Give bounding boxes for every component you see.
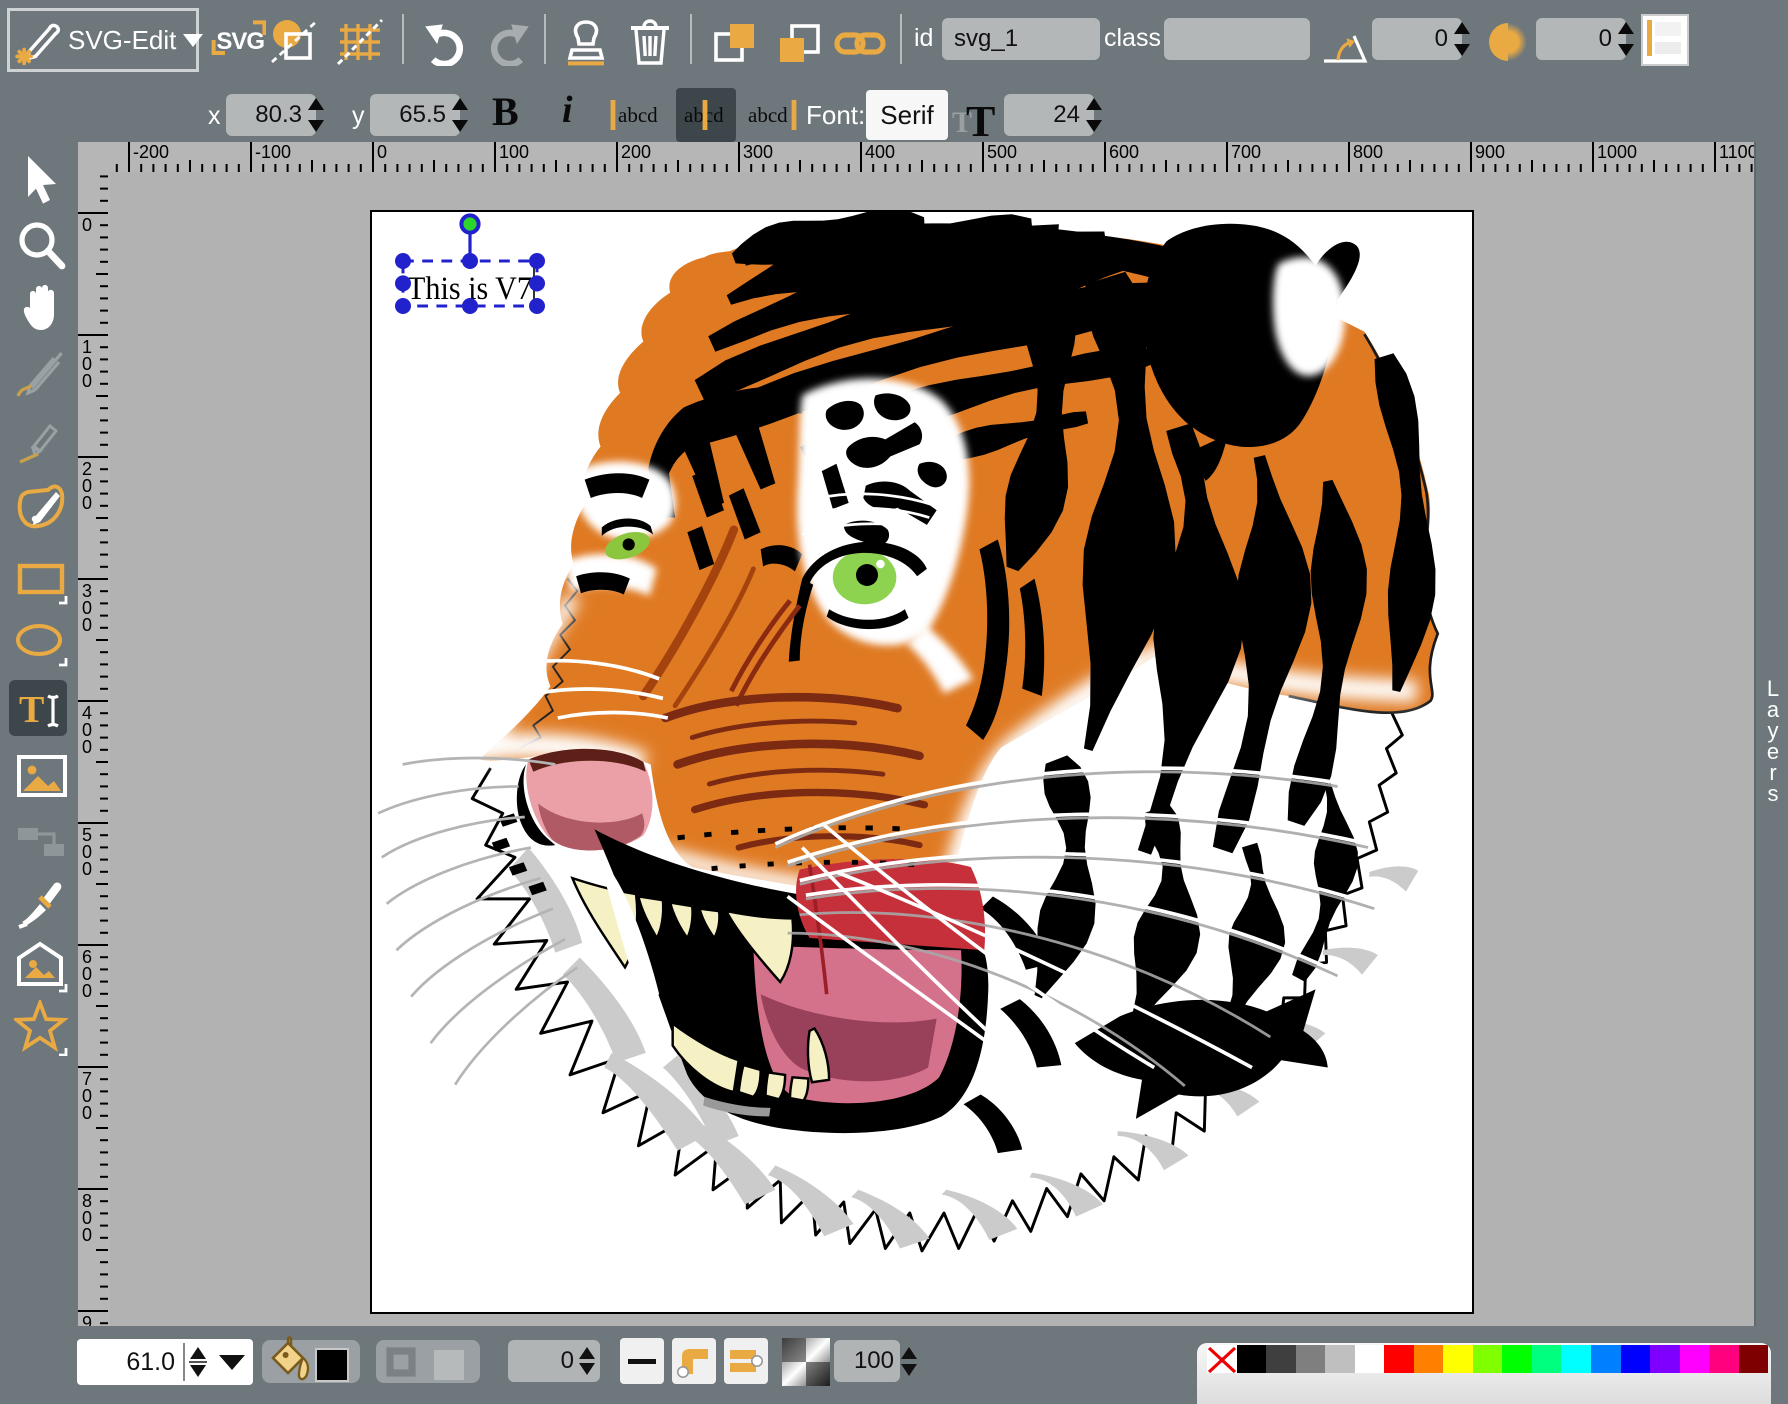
svg-text:500: 500 bbox=[987, 142, 1017, 162]
svg-text:400: 400 bbox=[865, 142, 895, 162]
svg-text:-100: -100 bbox=[255, 142, 291, 162]
svg-text:700: 700 bbox=[1231, 142, 1261, 162]
svg-text:0: 0 bbox=[82, 493, 92, 513]
svg-text:-200: -200 bbox=[133, 142, 169, 162]
svg-text:0: 0 bbox=[82, 981, 92, 1001]
svg-text:9: 9 bbox=[82, 1313, 92, 1326]
svg-text:abcd: abcd bbox=[748, 103, 788, 127]
svg-text:abcd: abcd bbox=[618, 103, 658, 127]
svg-text:800: 800 bbox=[1353, 142, 1383, 162]
svg-text:T: T bbox=[966, 97, 995, 140]
svg-text:0: 0 bbox=[82, 215, 92, 235]
svg-text:1100: 1100 bbox=[1719, 142, 1754, 162]
svg-text:100: 100 bbox=[499, 142, 529, 162]
svg-text:T: T bbox=[19, 689, 44, 731]
svg-text:SVG: SVG bbox=[216, 28, 264, 55]
svg-text:200: 200 bbox=[621, 142, 651, 162]
svg-text:1000: 1000 bbox=[1597, 142, 1637, 162]
svg-text:0: 0 bbox=[82, 371, 92, 391]
svg-text:0: 0 bbox=[82, 1225, 92, 1245]
svg-text:0: 0 bbox=[377, 142, 387, 162]
svg-text:0: 0 bbox=[82, 1103, 92, 1123]
svg-text:300: 300 bbox=[743, 142, 773, 162]
svg-text:900: 900 bbox=[1475, 142, 1505, 162]
svg-text:0: 0 bbox=[82, 737, 92, 757]
svg-text:0: 0 bbox=[82, 615, 92, 635]
svg-text:0: 0 bbox=[82, 859, 92, 879]
svg-text:600: 600 bbox=[1109, 142, 1139, 162]
